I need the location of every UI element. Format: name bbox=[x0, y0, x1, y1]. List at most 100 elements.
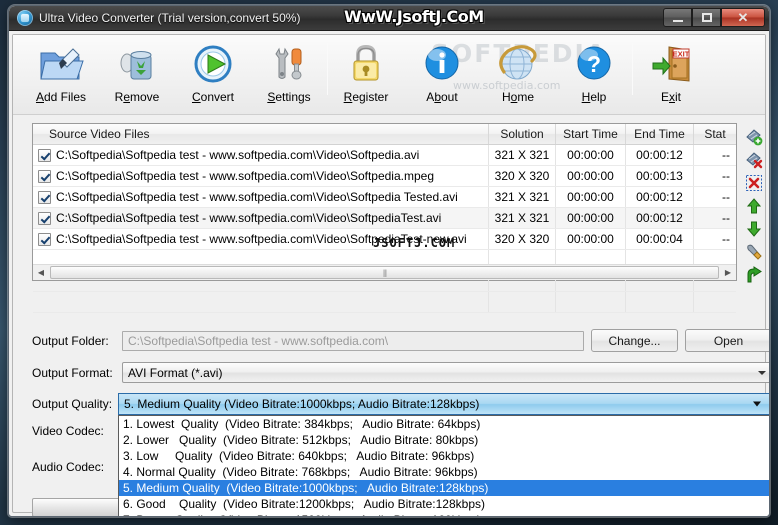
table-row[interactable]: C:\Softpedia\Softpedia test - www.softpe… bbox=[33, 187, 736, 208]
cell-status: -- bbox=[722, 211, 730, 225]
cell-solution: 321 X 321 bbox=[489, 145, 556, 165]
cell-source[interactable]: C:\Softpedia\Softpedia test - www.softpe… bbox=[33, 208, 489, 228]
client-area: SOFTPEDIA www.softpedia.com Add Files bbox=[9, 31, 769, 516]
tools-icon[interactable] bbox=[744, 242, 764, 262]
clip-tools-strip bbox=[741, 123, 767, 293]
audio-codec-label: Audio Codec: bbox=[32, 460, 105, 474]
convert-icon bbox=[189, 41, 237, 86]
row-checkbox[interactable] bbox=[38, 169, 51, 183]
table-row[interactable]: C:\Softpedia\Softpedia test - www.softpe… bbox=[33, 145, 736, 166]
toolbar-button-help[interactable]: ? Help bbox=[556, 35, 632, 111]
cell-source[interactable]: C:\Softpedia\Softpedia test - www.softpe… bbox=[33, 229, 489, 249]
quality-option[interactable]: 1. Lowest Quality (Video Bitrate: 384kbp… bbox=[119, 416, 769, 432]
cell-solution: 320 X 320 bbox=[489, 166, 556, 186]
chevron-down-icon bbox=[753, 401, 761, 407]
output-folder-input[interactable]: C:\Softpedia\Softpedia test - www.softpe… bbox=[122, 331, 584, 351]
toolbar-button-home[interactable]: Home bbox=[480, 35, 556, 111]
cell-end-time: 00:00:04 bbox=[626, 229, 694, 249]
column-header-solution[interactable]: Solution bbox=[489, 124, 556, 144]
table-row[interactable]: C:\Softpedia\Softpedia test - www.softpe… bbox=[33, 208, 736, 229]
cell-start-time: 00:00:00 bbox=[556, 145, 626, 165]
cell-start-time: 00:00:00 bbox=[556, 208, 626, 228]
title-bar[interactable]: Ultra Video Converter (Trial version,con… bbox=[9, 6, 769, 31]
toolbar-button-about[interactable]: About bbox=[404, 35, 480, 111]
cell-source[interactable]: C:\Softpedia\Softpedia test - www.softpe… bbox=[33, 166, 489, 186]
cell-status: -- bbox=[722, 148, 730, 162]
cell-end-time: 00:00:12 bbox=[626, 145, 694, 165]
quality-option[interactable]: 6. Good Quality (Video Bitrate:1200kbps;… bbox=[119, 496, 769, 512]
quality-option[interactable]: 4. Normal Quality (Video Bitrate: 768kbp… bbox=[119, 464, 769, 480]
toolbar-button-remove[interactable]: Remove bbox=[99, 35, 175, 111]
maximize-button[interactable] bbox=[692, 8, 721, 27]
output-format-row: Output Format: AVI Format (*.avi) bbox=[32, 362, 769, 383]
cell-start-time: 00:00:00 bbox=[556, 187, 626, 207]
table-row[interactable]: C:\Softpedia\Softpedia test - www.softpe… bbox=[33, 229, 736, 250]
scrollbar-thumb[interactable] bbox=[50, 266, 719, 279]
close-button[interactable]: ✕ bbox=[721, 8, 765, 27]
remove-icon bbox=[113, 41, 161, 86]
cell-status: -- bbox=[722, 169, 730, 183]
list-body: C:\Softpedia\Softpedia test - www.softpe… bbox=[33, 145, 736, 313]
toolbar-label-remove: Remove bbox=[114, 90, 160, 104]
source-file-list[interactable]: Source Video Files Solution Start Time E… bbox=[32, 123, 737, 313]
window-title: Ultra Video Converter (Trial version,con… bbox=[39, 11, 301, 25]
remove-clip-icon[interactable] bbox=[744, 150, 764, 170]
cell-source[interactable]: C:\Softpedia\Softpedia test - www.softpe… bbox=[33, 145, 489, 165]
toolbar: SOFTPEDIA www.softpedia.com Add Files bbox=[13, 35, 765, 115]
delete-all-icon[interactable] bbox=[744, 173, 764, 193]
main-panel: SOFTPEDIA www.softpedia.com Add Files bbox=[12, 34, 769, 516]
column-header-end-time[interactable]: End Time bbox=[626, 124, 694, 144]
table-row[interactable]: C:\Softpedia\Softpedia test - www.softpe… bbox=[33, 166, 736, 187]
exit-door-icon: EXIT bbox=[647, 41, 695, 86]
move-up-icon[interactable] bbox=[744, 196, 764, 216]
output-folder-row: Output Folder: C:\Softpedia\Softpedia te… bbox=[32, 331, 584, 351]
toolbar-button-add-files[interactable]: Add Files bbox=[23, 35, 99, 111]
cell-source[interactable]: C:\Softpedia\Softpedia test - www.softpe… bbox=[33, 187, 489, 207]
table-row-empty bbox=[33, 292, 736, 313]
open-folder-button[interactable]: Open bbox=[685, 329, 769, 352]
app-window: Ultra Video Converter (Trial version,con… bbox=[8, 5, 770, 517]
column-header-source[interactable]: Source Video Files bbox=[33, 124, 489, 144]
move-down-icon[interactable] bbox=[744, 219, 764, 239]
column-header-start-time[interactable]: Start Time bbox=[556, 124, 626, 144]
about-info-icon bbox=[418, 41, 466, 86]
row-checkbox[interactable] bbox=[38, 232, 51, 246]
toolbar-button-convert[interactable]: Convert bbox=[175, 35, 251, 111]
horizontal-scrollbar[interactable]: ◀ ▶ bbox=[33, 264, 736, 280]
output-quality-combo[interactable]: 5. Medium Quality (Video Bitrate:1000kbp… bbox=[118, 393, 769, 415]
row-checkbox[interactable] bbox=[38, 190, 51, 204]
add-clip-icon[interactable] bbox=[744, 127, 764, 147]
home-globe-icon bbox=[494, 41, 542, 86]
output-format-combo[interactable]: AVI Format (*.avi) bbox=[122, 362, 769, 383]
toolbar-button-exit[interactable]: EXIT Exit bbox=[633, 35, 709, 111]
row-checkbox[interactable] bbox=[38, 148, 51, 162]
cell-source-path: C:\Softpedia\Softpedia test - www.softpe… bbox=[56, 169, 434, 183]
video-codec-row: Video Codec: bbox=[32, 424, 122, 438]
output-quality-dropdown-list[interactable]: 1. Lowest Quality (Video Bitrate: 384kbp… bbox=[118, 415, 769, 516]
quality-option[interactable]: 2. Lower Quality (Video Bitrate: 512kbps… bbox=[119, 432, 769, 448]
row-checkbox[interactable] bbox=[38, 211, 51, 225]
quality-option[interactable]: 7. Better Quality (Video Bitrate:1500kbp… bbox=[119, 512, 769, 516]
toolbar-button-register[interactable]: Register bbox=[328, 35, 404, 111]
toolbar-button-settings[interactable]: Settings bbox=[251, 35, 327, 111]
scroll-left-icon[interactable]: ◀ bbox=[33, 265, 49, 280]
cell-solution: 320 X 320 bbox=[489, 229, 556, 249]
output-quality-label: Output Quality: bbox=[32, 397, 113, 411]
toolbar-label-help: Help bbox=[581, 90, 607, 104]
column-header-status[interactable]: Stat bbox=[694, 124, 736, 144]
output-quality-row: Output Quality: bbox=[32, 393, 122, 415]
output-format-label: Output Format: bbox=[32, 365, 113, 380]
add-files-icon bbox=[37, 41, 85, 86]
scroll-right-icon[interactable]: ▶ bbox=[720, 265, 736, 280]
open-folder-arrow-icon[interactable] bbox=[744, 265, 764, 285]
register-lock-icon bbox=[342, 41, 390, 86]
svg-text:?: ? bbox=[587, 51, 601, 77]
minimize-button[interactable] bbox=[663, 8, 692, 27]
cell-solution: 321 X 321 bbox=[489, 208, 556, 228]
cell-status: -- bbox=[722, 190, 730, 204]
cell-start-time: 00:00:00 bbox=[556, 166, 626, 186]
change-folder-button[interactable]: Change... bbox=[591, 329, 678, 352]
quality-option[interactable]: 5. Medium Quality (Video Bitrate:1000kbp… bbox=[119, 480, 769, 496]
quality-option[interactable]: 3. Low Quality (Video Bitrate: 640kbps; … bbox=[119, 448, 769, 464]
audio-codec-row: Audio Codec: bbox=[32, 460, 122, 474]
